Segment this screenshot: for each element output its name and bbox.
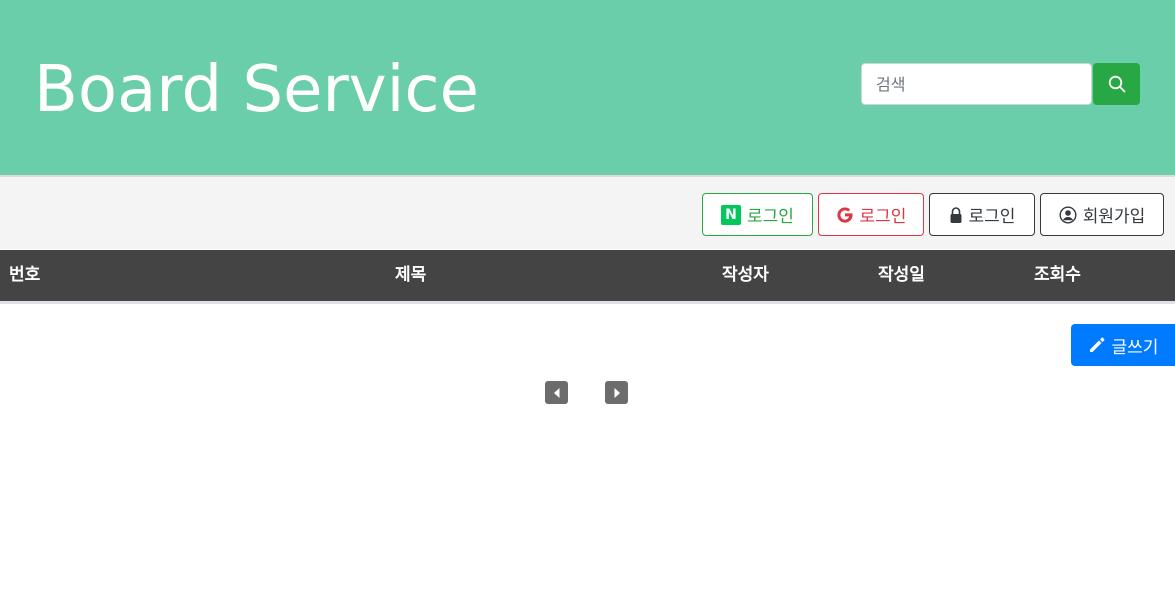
- google-icon: [836, 206, 853, 223]
- write-post-button[interactable]: 글쓰기: [1071, 324, 1175, 366]
- google-login-button[interactable]: 로그인: [818, 193, 924, 236]
- naver-login-label: 로그인: [747, 207, 794, 227]
- login-button[interactable]: 로그인: [929, 193, 1035, 236]
- caret-left-icon: [553, 387, 559, 398]
- signup-label: 회원가입: [1082, 207, 1146, 227]
- write-post-label: 글쓰기: [1111, 337, 1159, 358]
- user-circle-icon: [1059, 205, 1077, 224]
- naver-login-button[interactable]: N 로그인: [702, 193, 813, 236]
- column-header-date: 작성일: [878, 265, 925, 285]
- naver-icon: N: [721, 204, 742, 225]
- pencil-icon: [1089, 337, 1104, 352]
- signup-button[interactable]: 회원가입: [1040, 193, 1164, 236]
- site-header: Board Service: [0, 0, 1175, 175]
- column-header-number: 번호: [9, 265, 41, 285]
- pagination-next-button[interactable]: [605, 381, 628, 404]
- google-login-label: 로그인: [859, 207, 907, 227]
- auth-bar: N 로그인 로그인 로그인 회원가입: [0, 175, 1175, 249]
- caret-right-icon: [614, 387, 620, 398]
- column-header-views: 조회수: [1034, 265, 1081, 285]
- search-button[interactable]: [1093, 63, 1140, 105]
- login-label: 로그인: [968, 207, 1016, 227]
- site-title: Board Service: [34, 53, 479, 127]
- lock-icon: [950, 206, 962, 223]
- board-table-header: 번호 제목 작성자 작성일 조회수: [0, 250, 1175, 304]
- search-icon: [1108, 75, 1125, 93]
- search-input[interactable]: [861, 63, 1092, 105]
- column-header-author: 작성자: [722, 265, 769, 285]
- pagination-prev-button[interactable]: [545, 381, 568, 404]
- column-header-title: 제목: [395, 265, 427, 285]
